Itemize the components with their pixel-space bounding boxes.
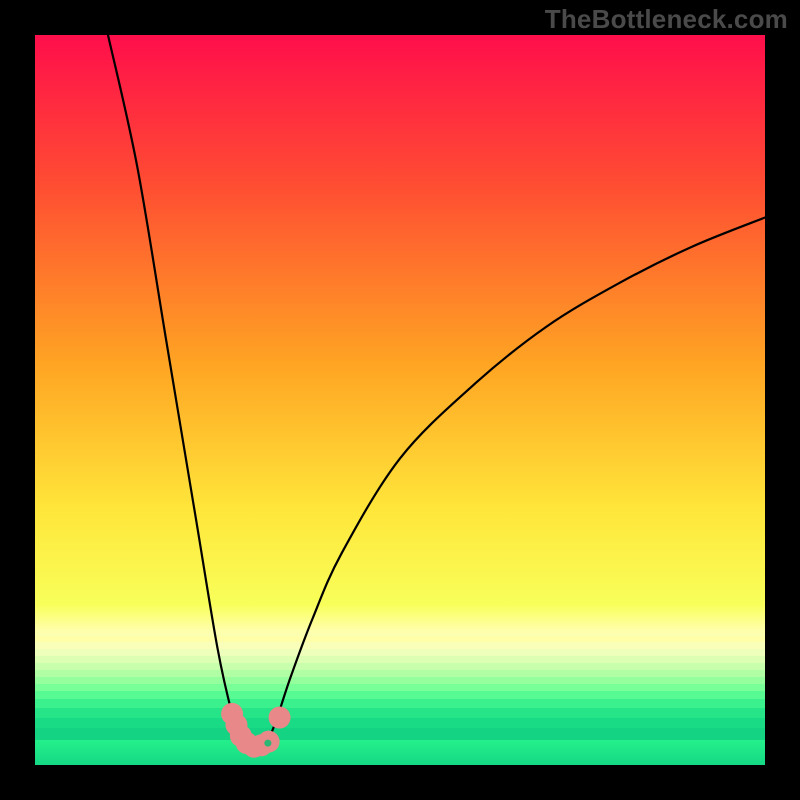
green-marker [264,740,271,747]
chart-canvas: TheBottleneck.com [0,0,800,800]
watermark-text: TheBottleneck.com [545,4,788,35]
green-bands [35,636,765,740]
plot-svg [0,0,800,800]
